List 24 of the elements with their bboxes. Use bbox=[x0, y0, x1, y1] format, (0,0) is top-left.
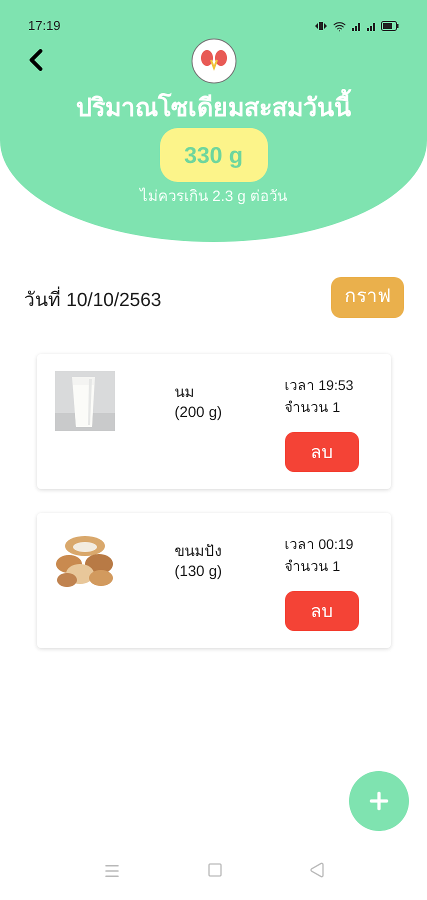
entry-quantity: จำนวน 1 bbox=[284, 557, 342, 576]
vibrate-icon bbox=[314, 21, 328, 31]
food-amount: (200 g) bbox=[174, 403, 224, 423]
back-icon[interactable] bbox=[308, 862, 324, 878]
food-name: นม bbox=[174, 383, 196, 403]
limit-note: ไม่ควรเกิน 2.3 g ต่อวัน bbox=[140, 186, 287, 207]
delete-button[interactable]: ลบ bbox=[284, 591, 358, 631]
graph-button[interactable]: กราฟ bbox=[331, 277, 404, 318]
entry-quantity: จำนวน 1 bbox=[284, 398, 342, 417]
entry-time: เวลา 00:19 bbox=[284, 535, 354, 554]
menu-icon[interactable] bbox=[102, 862, 120, 880]
signal-icon bbox=[366, 21, 376, 31]
entry-time: เวลา 19:53 bbox=[284, 376, 354, 395]
battery-icon bbox=[381, 21, 399, 31]
logo-icon bbox=[190, 38, 236, 84]
status-time: 17:19 bbox=[28, 17, 61, 36]
wifi-icon bbox=[333, 20, 346, 32]
food-amount: (130 g) bbox=[174, 562, 224, 582]
home-icon[interactable] bbox=[206, 862, 222, 878]
food-name: ขนมปัง bbox=[174, 542, 222, 562]
date-label: วันที่ 10/10/2563 bbox=[24, 287, 162, 316]
signal-icon bbox=[351, 21, 361, 31]
delete-button[interactable]: ลบ bbox=[284, 432, 358, 472]
sodium-total: 330 g bbox=[160, 128, 268, 182]
